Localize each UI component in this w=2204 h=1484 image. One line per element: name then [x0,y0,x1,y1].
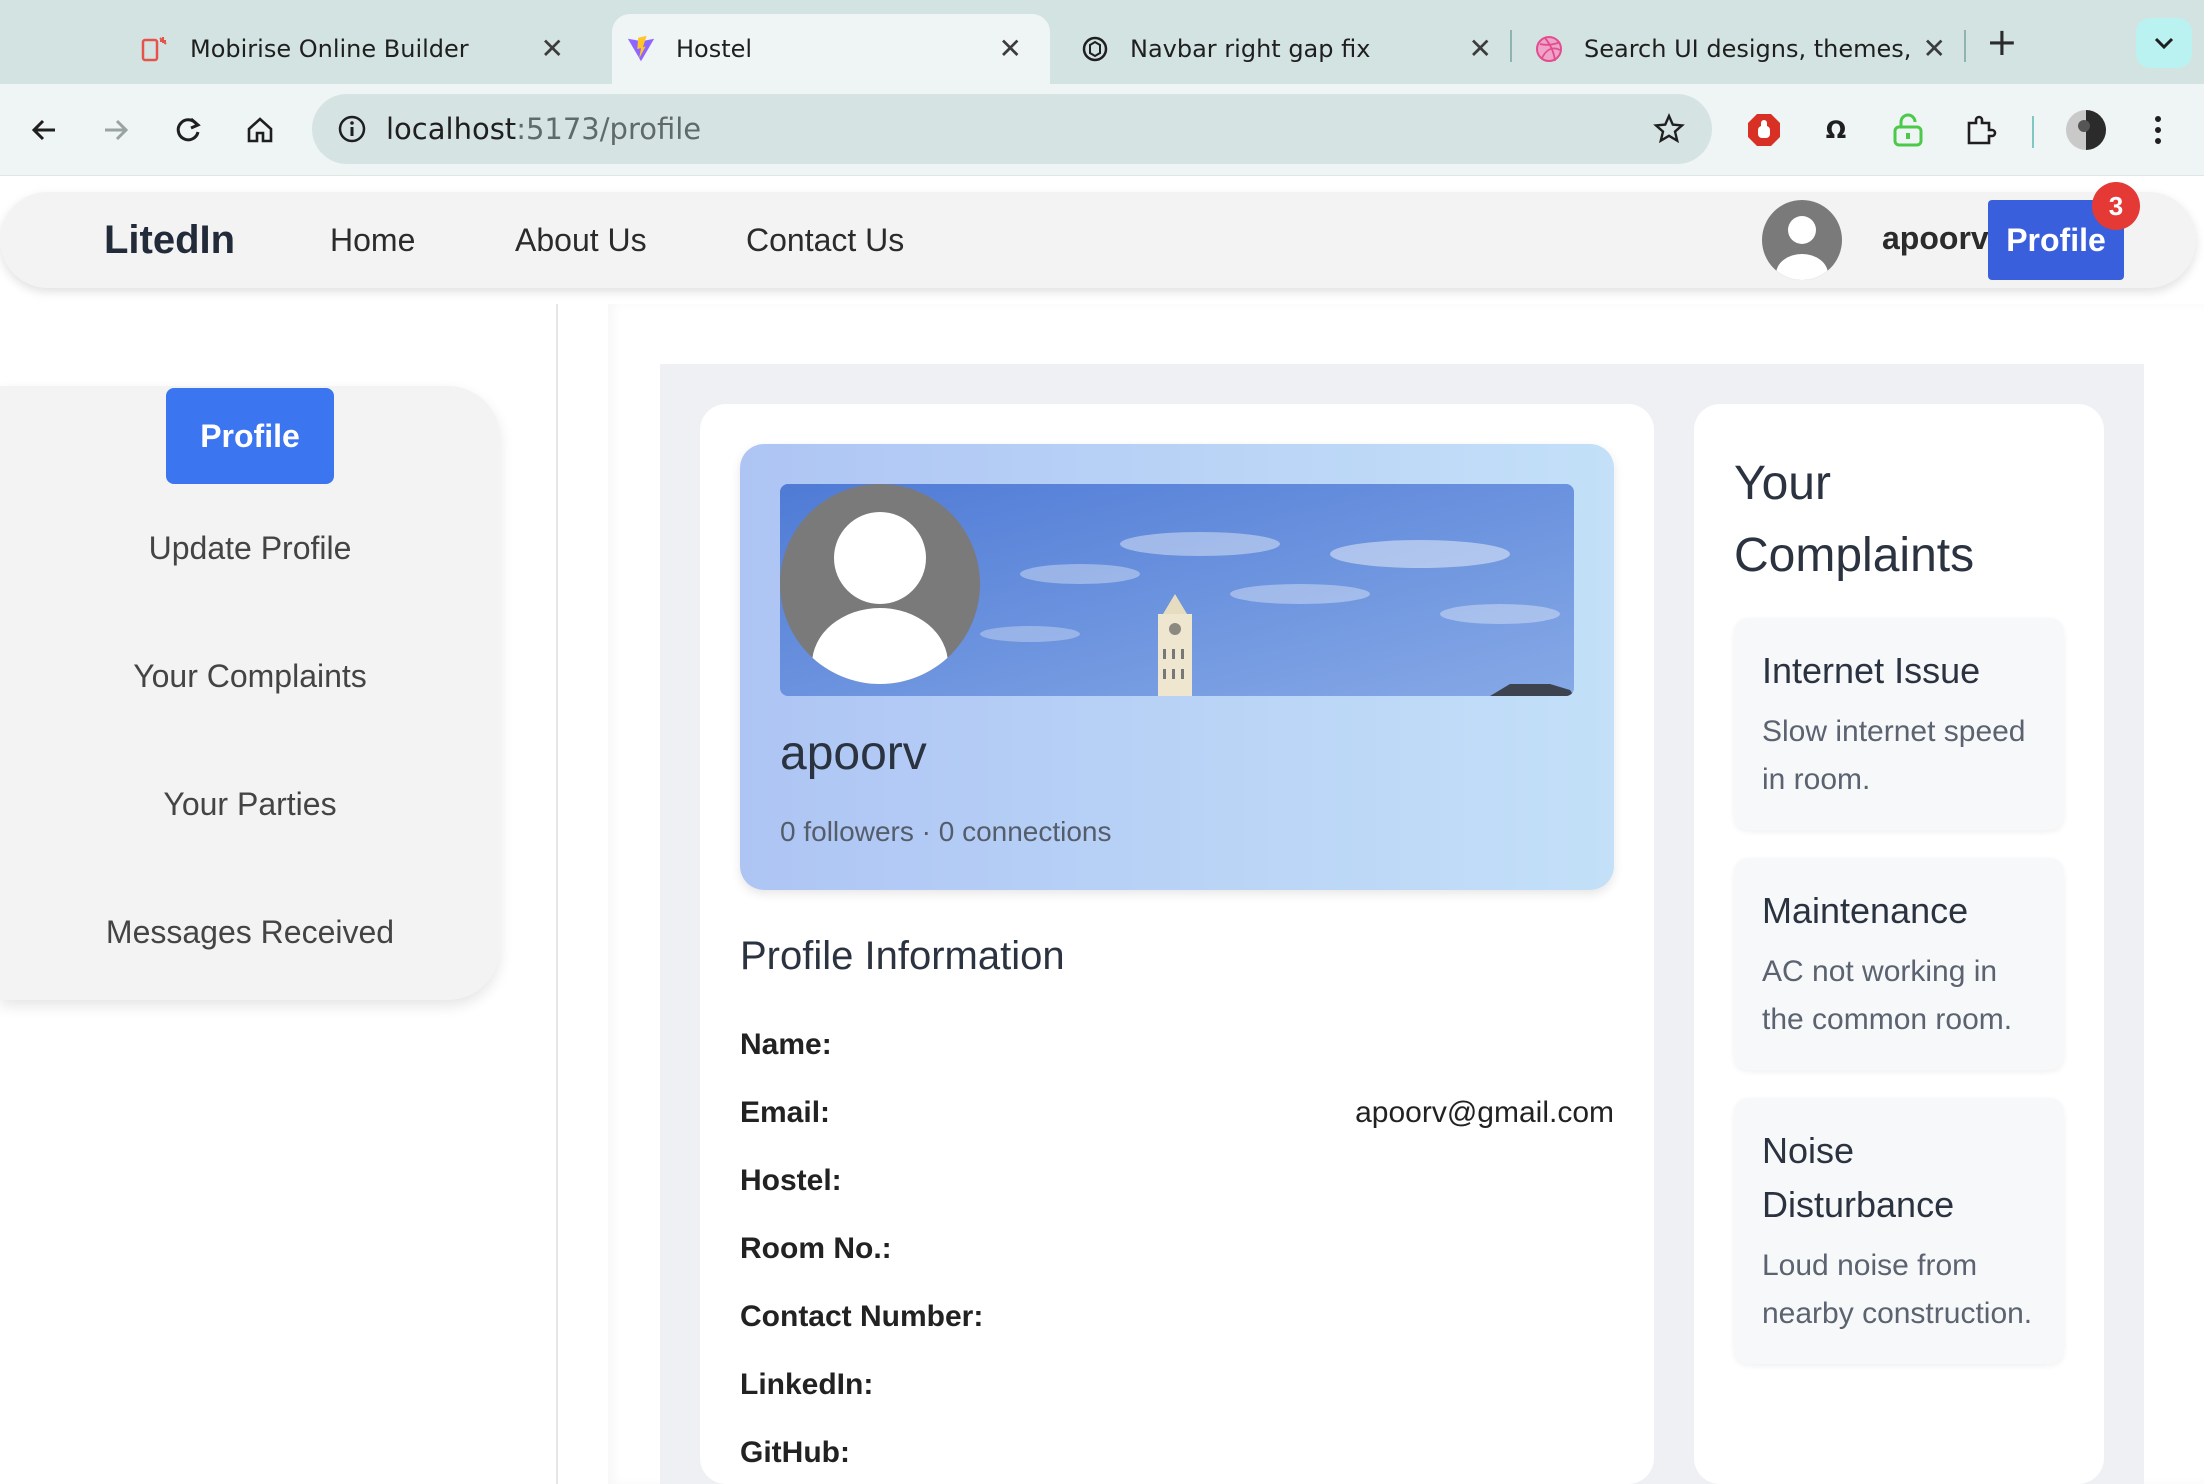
toolbar-separator [2032,116,2034,148]
reload-icon[interactable] [164,106,212,154]
complaint-description: AC not working in the common room. [1762,955,2013,1036]
tab-title: Hostel [676,35,753,63]
new-tab-icon[interactable]: + [1986,20,2018,64]
browser-tab-bar: Mobirise Online Builder ✕ Hostel ✕ Navba… [0,0,2204,84]
complaint-description: Slow internet speed in room. [1762,715,2026,796]
sidebar: Profile Update Profile Your Complaints Y… [0,386,500,1000]
extensions-puzzle-icon[interactable] [1956,106,2004,154]
info-label: Name: [740,1028,832,1061]
close-tab-icon[interactable]: ✕ [1923,35,1946,63]
omega-extension-icon[interactable]: Ω [1812,106,1860,154]
nav-username: apoorv [1882,220,1989,256]
brand-logo[interactable]: LitedIn [104,218,235,263]
complaint-item[interactable]: Internet Issue Slow internet speed in ro… [1734,618,2064,830]
tab-separator [1964,30,1966,62]
tab-search-button[interactable] [2136,18,2192,68]
info-label: LinkedIn: [740,1368,874,1401]
profile-name: apoorv [780,727,927,780]
vite-icon [626,34,656,64]
profile-info-title: Profile Information [740,934,1065,978]
more-menu-icon[interactable] [2134,106,2182,154]
sidebar-item-messages[interactable]: Messages Received [0,914,500,951]
chevron-down-icon [2154,37,2174,50]
close-tab-icon[interactable]: ✕ [1469,35,1492,63]
info-row-contact: Contact Number: [740,1300,1614,1340]
tab-navbar-gap[interactable]: Navbar right gap fix ✕ [1080,14,1520,84]
tab-hostel[interactable]: Hostel ✕ [612,14,1050,84]
user-avatar-icon[interactable] [2062,106,2110,154]
home-icon[interactable] [236,106,284,154]
tab-title: Navbar right gap fix [1130,35,1371,63]
url-text: localhost:5173/profile [386,112,701,146]
info-value: apoorv@gmail.com [1355,1096,1614,1129]
sidebar-item-profile[interactable]: Profile [166,388,334,484]
back-icon[interactable] [20,106,68,154]
complaint-title: Internet Issue [1762,650,1981,691]
notification-badge: 3 [2092,182,2140,230]
info-row-name: Name: [740,1028,1614,1068]
info-row-github: GitHub: [740,1436,1614,1476]
sidebar-item-complaints[interactable]: Your Complaints [0,658,500,695]
complaint-item[interactable]: Noise Disturbance Loud noise from nearby… [1734,1098,2064,1364]
tab-dribbble[interactable]: Search UI designs, themes, ✕ [1534,14,1974,84]
info-row-email: Email: apoorv@gmail.com [740,1096,1614,1136]
tab-title: Search UI designs, themes, [1584,35,1912,63]
profile-avatar [780,484,980,684]
url-path: :5173/profile [516,112,702,146]
nav-link-about[interactable]: About Us [515,222,647,259]
info-label: Room No.: [740,1232,892,1265]
mobirise-icon [140,34,170,64]
avatar[interactable] [1762,200,1842,280]
tab-title: Mobirise Online Builder [190,35,469,63]
info-row-hostel: Hostel: [740,1164,1614,1204]
forward-icon[interactable] [92,106,140,154]
complaint-title: Maintenance [1762,890,1969,931]
complaint-description: Loud noise from nearby construction. [1762,1249,2033,1330]
page-viewport: LitedIn Home About Us Contact Us apoorv … [0,176,2204,1484]
complaint-title: Noise Disturbance [1762,1130,1955,1225]
close-tab-icon[interactable]: ✕ [999,35,1022,63]
site-info-icon[interactable] [328,105,376,153]
address-bar[interactable]: localhost:5173/profile [312,94,1712,164]
site-navbar: LitedIn Home About Us Contact Us apoorv … [0,182,2196,288]
info-label: Hostel: [740,1164,842,1197]
complaint-item[interactable]: Maintenance AC not working in the common… [1734,858,2064,1070]
info-label: Email: [740,1096,831,1129]
chatgpt-icon [1080,34,1110,64]
sidebar-item-parties[interactable]: Your Parties [0,786,500,823]
tab-mobirise[interactable]: Mobirise Online Builder ✕ [140,14,592,84]
adblock-icon[interactable] [1740,106,1788,154]
browser-toolbar: localhost:5173/profile Ω [0,84,2204,176]
tab-separator [1510,30,1512,62]
lock-extension-icon[interactable] [1884,106,1932,154]
bookmark-star-icon[interactable] [1646,106,1692,152]
info-row-linkedin: LinkedIn: [740,1368,1614,1408]
nav-link-contact[interactable]: Contact Us [746,222,904,259]
profile-stats: 0 followers · 0 connections [780,816,1112,847]
info-label: Contact Number: [740,1300,984,1333]
dribbble-icon [1534,34,1564,64]
url-host: localhost [386,112,517,146]
complaints-title: Your Complaints [1734,457,1975,582]
sidebar-item-update-profile[interactable]: Update Profile [0,530,500,567]
close-tab-icon[interactable]: ✕ [541,35,564,63]
info-row-room: Room No.: [740,1232,1614,1272]
nav-link-home[interactable]: Home [330,222,415,259]
info-label: GitHub: [740,1436,850,1469]
